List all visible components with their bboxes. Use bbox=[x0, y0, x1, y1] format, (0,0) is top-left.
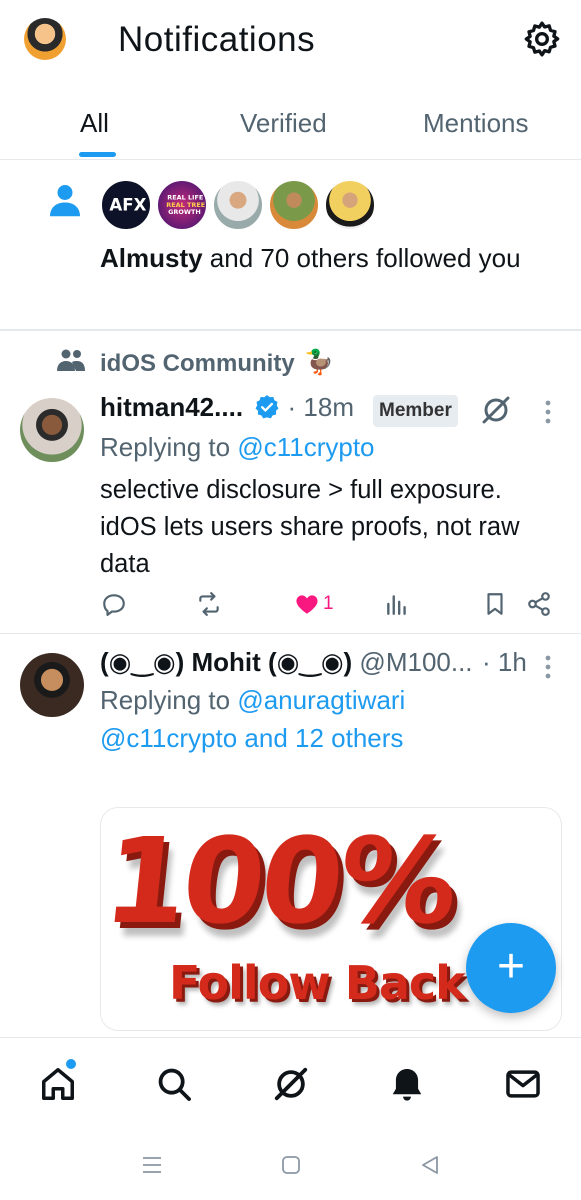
replying-to-others: @c11crypto and 12 others bbox=[100, 723, 403, 754]
avatar[interactable]: REAL LIFE REAL TREE GROWTH bbox=[156, 179, 208, 231]
tab-verified[interactable]: Verified bbox=[240, 108, 327, 139]
media-text-percent: 100% bbox=[100, 812, 461, 950]
mention-link[interactable]: @c11crypto and 12 others bbox=[100, 723, 403, 753]
follow-text: Almusty and 70 others followed you bbox=[100, 243, 521, 273]
compose-button[interactable]: + bbox=[466, 923, 556, 1013]
gear-icon[interactable] bbox=[522, 19, 562, 59]
like-button[interactable]: 1 bbox=[294, 590, 334, 618]
follow-notification[interactable]: AFX REAL LIFE REAL TREE GROWTH Almusty and… bbox=[0, 161, 581, 331]
home-unread-dot bbox=[66, 1059, 76, 1069]
share-icon bbox=[528, 592, 550, 616]
tab-mentions[interactable]: Mentions bbox=[423, 108, 529, 139]
recent-apps-icon[interactable] bbox=[140, 1153, 164, 1177]
notifications-bell-icon[interactable] bbox=[388, 1065, 426, 1103]
views-icon bbox=[387, 595, 406, 615]
duck-emoji: 🦆 bbox=[304, 349, 334, 376]
post-text: selective disclosure > full exposure. id… bbox=[100, 476, 520, 578]
repost-button[interactable] bbox=[196, 590, 222, 618]
bookmark-button[interactable] bbox=[482, 590, 508, 618]
repost-icon bbox=[199, 592, 219, 616]
search-icon[interactable] bbox=[155, 1065, 193, 1103]
reply-icon bbox=[103, 594, 125, 616]
post-time: · 18m bbox=[287, 392, 354, 422]
notification-tabs: All Verified Mentions bbox=[0, 98, 581, 160]
svg-text:GROWTH: GROWTH bbox=[168, 208, 201, 216]
system-home-icon[interactable] bbox=[279, 1153, 303, 1177]
replying-to: Replying to @anuragtiwari bbox=[100, 685, 406, 715]
like-count: 1 bbox=[323, 593, 334, 614]
author-name[interactable]: hitman42.... bbox=[100, 392, 243, 422]
tab-all[interactable]: All bbox=[80, 108, 109, 139]
avatar[interactable] bbox=[324, 179, 376, 231]
grok-icon[interactable] bbox=[272, 1065, 310, 1103]
replying-to: Replying to @c11crypto bbox=[100, 432, 375, 462]
avatar[interactable] bbox=[268, 179, 320, 231]
profile-avatar[interactable] bbox=[24, 18, 66, 60]
avatar[interactable] bbox=[20, 653, 84, 717]
author-handle[interactable]: @M100... bbox=[352, 647, 472, 677]
more-options-icon[interactable] bbox=[545, 655, 551, 679]
verified-badge-icon bbox=[255, 395, 279, 419]
heart-filled-icon bbox=[296, 595, 318, 614]
post-header: hitman42.... · 18m bbox=[100, 392, 354, 423]
mention-link[interactable]: @c11crypto bbox=[237, 432, 374, 462]
messages-icon[interactable] bbox=[504, 1065, 542, 1103]
bookmark-icon bbox=[487, 593, 503, 615]
follower-name[interactable]: Almusty bbox=[100, 243, 203, 273]
system-back-icon[interactable] bbox=[418, 1153, 442, 1177]
views-button[interactable] bbox=[384, 590, 410, 618]
plus-icon: + bbox=[496, 940, 526, 993]
avatar[interactable] bbox=[212, 179, 264, 231]
community-name[interactable]: idOS Community bbox=[100, 350, 295, 378]
grok-icon[interactable] bbox=[480, 394, 512, 426]
community-icon bbox=[57, 349, 85, 371]
system-navigation-bar bbox=[0, 1133, 581, 1200]
mention-link[interactable]: @anuragtiwari bbox=[237, 685, 405, 715]
avatar[interactable]: AFX bbox=[100, 179, 152, 231]
top-bar: Notifications bbox=[0, 0, 581, 90]
reply-button[interactable] bbox=[101, 590, 127, 618]
post-time: · 1h bbox=[482, 647, 527, 677]
media-text-follow-back: Follow Back bbox=[169, 956, 466, 1010]
svg-text:AFX: AFX bbox=[109, 196, 146, 215]
page-title: Notifications bbox=[118, 20, 316, 59]
avatar[interactable] bbox=[20, 398, 84, 462]
reply-post[interactable]: idOS Community 🦆 hitman42.... · 18m Memb… bbox=[0, 332, 581, 634]
bottom-navigation bbox=[0, 1037, 581, 1133]
active-tab-indicator bbox=[79, 152, 116, 157]
share-button[interactable] bbox=[526, 590, 552, 618]
post-header: (◉‿◉) Mohit (◉‿◉) @M100... bbox=[100, 647, 473, 678]
member-badge: Member bbox=[373, 395, 458, 427]
person-icon bbox=[50, 185, 80, 217]
more-options-icon[interactable] bbox=[545, 400, 551, 424]
author-name[interactable]: (◉‿◉) Mohit (◉‿◉) bbox=[100, 647, 352, 677]
home-icon[interactable] bbox=[39, 1065, 77, 1103]
post-actions: 1 bbox=[0, 590, 581, 620]
